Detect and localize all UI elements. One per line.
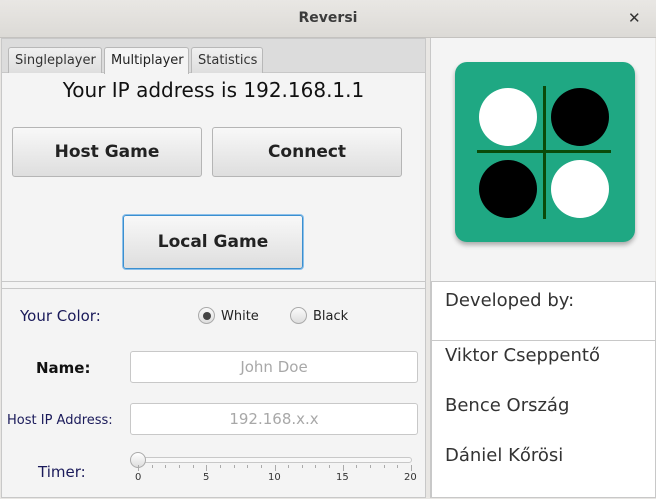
host-game-button[interactable]: Host Game xyxy=(12,127,202,177)
slider-tick xyxy=(247,465,249,468)
ip-address-text: Your IP address is 192.168.1.1 xyxy=(62,78,365,102)
slider-tick xyxy=(342,465,344,471)
slider-tick xyxy=(356,465,358,468)
reversi-logo xyxy=(455,62,635,242)
local-game-button[interactable]: Local Game xyxy=(123,215,303,269)
radio-white[interactable] xyxy=(198,307,215,324)
about-panel: Developed by: Viktor Cseppentő Bence Ors… xyxy=(430,38,656,498)
white-disc-icon xyxy=(479,88,537,146)
tab-multiplayer[interactable]: Multiplayer xyxy=(104,47,189,74)
slider-tick xyxy=(411,465,412,471)
tab-bar: Singleplayer Multiplayer Statistics xyxy=(2,39,425,74)
tick-label: 20 xyxy=(404,472,417,483)
slider-tick xyxy=(219,465,221,468)
name-label: Name: xyxy=(36,359,91,377)
tick-label: 10 xyxy=(268,472,281,483)
timer-slider-track[interactable] xyxy=(137,457,412,463)
slider-tick xyxy=(383,465,385,468)
slider-tick xyxy=(315,465,317,468)
slider-tick xyxy=(397,465,399,468)
slider-tick xyxy=(301,465,303,468)
host-ip-input[interactable]: 192.168.x.x xyxy=(130,403,418,435)
slider-tick xyxy=(260,465,262,468)
logo-grid-line xyxy=(477,150,611,153)
list-item: Viktor Cseppentő xyxy=(445,345,600,366)
host-ip-label: Host IP Address: xyxy=(7,413,113,428)
radio-selected-dot xyxy=(203,312,211,320)
list-item: Bence Ország xyxy=(445,395,570,416)
developed-by-label: Developed by: xyxy=(445,290,575,311)
connect-button[interactable]: Connect xyxy=(212,127,402,177)
slider-tick xyxy=(138,465,139,471)
white-disc-icon xyxy=(551,160,609,218)
tab-statistics[interactable]: Statistics xyxy=(191,47,263,73)
developers-list: Viktor Cseppentő Bence Ország Dániel Kőr… xyxy=(431,340,656,498)
radio-white-label[interactable]: White xyxy=(221,309,259,324)
timer-label: Timer: xyxy=(38,463,86,481)
black-disc-icon xyxy=(479,160,537,218)
slider-tick xyxy=(178,465,180,468)
slider-tick xyxy=(329,465,331,468)
main-panel: Singleplayer Multiplayer Statistics Your… xyxy=(1,38,426,498)
list-item: Dániel Kőrösi xyxy=(445,445,564,466)
tab-singleplayer[interactable]: Singleplayer xyxy=(8,47,102,73)
your-color-label: Your Color: xyxy=(20,307,101,325)
slider-tick xyxy=(206,465,208,471)
black-disc-icon xyxy=(551,88,609,146)
divider xyxy=(2,281,425,289)
slider-tick xyxy=(233,465,235,468)
slider-tick xyxy=(274,465,276,471)
slider-tick xyxy=(288,465,290,468)
slider-tick xyxy=(192,465,194,468)
radio-black-label[interactable]: Black xyxy=(313,309,348,324)
slider-tick xyxy=(165,465,167,468)
slider-tick xyxy=(370,465,372,468)
radio-black[interactable] xyxy=(290,307,307,324)
close-icon[interactable]: ✕ xyxy=(628,9,641,27)
tick-label: 5 xyxy=(203,472,210,483)
window-title: Reversi xyxy=(298,10,358,26)
developed-by-box: Developed by: xyxy=(431,281,656,341)
slider-tick xyxy=(151,465,153,468)
name-input[interactable]: John Doe xyxy=(130,351,418,383)
tick-label: 0 xyxy=(135,472,142,483)
tick-label: 15 xyxy=(336,472,349,483)
